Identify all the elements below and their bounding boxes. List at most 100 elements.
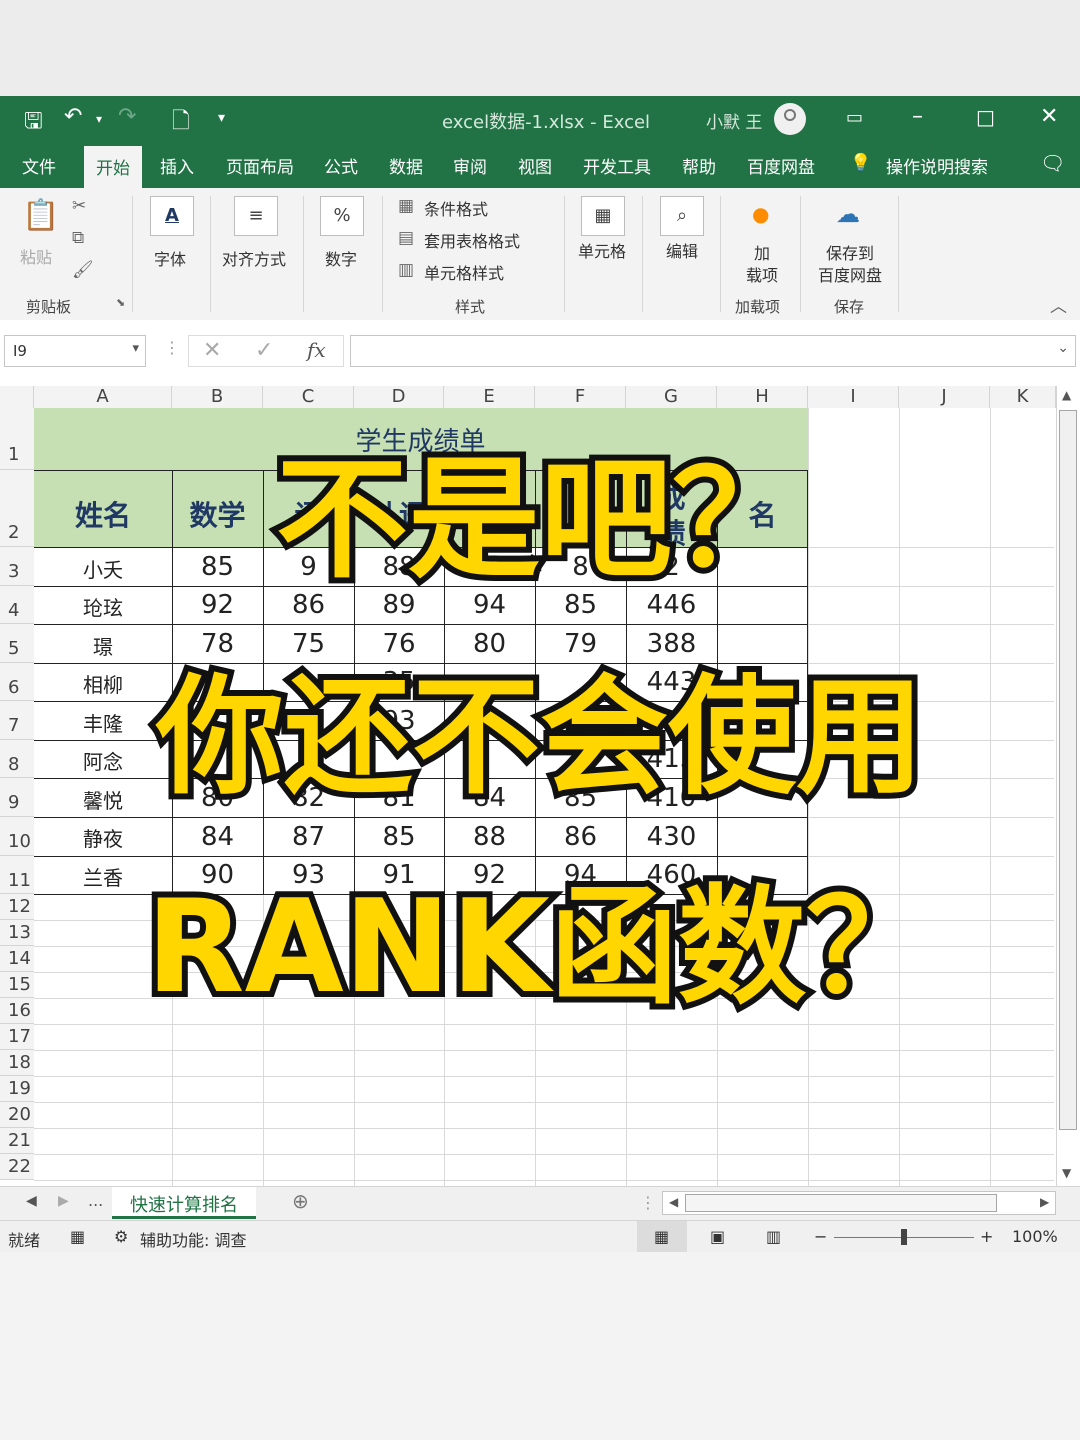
row-header[interactable]: 21 [0,1128,34,1154]
score-cell[interactable]: 78 [172,629,263,659]
undo-dropdown-icon[interactable]: ▾ [96,112,102,126]
horizontal-scroll-thumb[interactable] [685,1194,997,1212]
scroll-right-icon[interactable]: ▶ [1040,1195,1049,1209]
score-cell[interactable]: 75 [263,629,354,659]
score-cell[interactable]: 80 [444,629,535,659]
column-header[interactable]: G [626,386,717,408]
scroll-down-icon[interactable]: ▼ [1062,1166,1071,1180]
name-cell[interactable]: 静夜 [34,823,172,852]
tab-data[interactable]: 数据 [389,153,423,178]
scroll-up-icon[interactable]: ▲ [1062,388,1071,402]
undo-icon[interactable]: ↶ [64,104,82,129]
tab-baidu-netdisk[interactable]: 百度网盘 [747,153,815,178]
print-preview-icon[interactable]: 🗋 [172,104,190,142]
prev-sheet-icon[interactable]: ◀ [26,1193,37,1209]
column-header[interactable]: I [808,386,899,408]
name-cell[interactable]: 璟 [34,631,172,660]
row-header[interactable]: 20 [0,1102,34,1128]
split-handle-icon[interactable]: ⋮ [640,1193,656,1212]
tell-me-search[interactable]: 操作说明搜索 [886,153,988,178]
expand-formula-icon[interactable]: ⌄ [1057,340,1069,356]
select-all-corner[interactable] [0,386,34,408]
cells-button[interactable]: 单元格 [578,238,626,262]
page-break-view-icon[interactable]: ▥ [766,1227,781,1246]
score-cell[interactable]: 88 [444,822,535,852]
customize-quick-access-icon[interactable]: ▾ [218,110,225,126]
more-sheets-button[interactable]: ... [88,1191,103,1210]
cell-styles-button[interactable]: 单元格样式 [424,260,504,284]
search-icon[interactable]: ⌕ [660,196,704,236]
name-box[interactable]: I9 ▾ [4,335,146,367]
addins-button-line1[interactable]: 加 [754,240,770,264]
column-header[interactable]: F [535,386,626,408]
column-header[interactable]: J [899,386,990,408]
comments-icon[interactable]: 🗨 [1040,151,1065,175]
total-cell[interactable]: 430 [626,822,717,852]
score-cell[interactable]: 84 [172,822,263,852]
tab-home[interactable]: 开始 [84,146,142,188]
scroll-left-icon[interactable]: ◀ [669,1195,678,1209]
cells-icon[interactable]: ▦ [581,196,625,236]
alignment-button[interactable]: 对齐方式 [222,246,286,270]
column-header[interactable]: A [34,386,172,408]
avatar[interactable] [774,103,806,135]
tab-page-layout[interactable]: 页面布局 [226,153,294,178]
chevron-down-icon[interactable]: ▾ [132,341,139,356]
ribbon-display-options-icon[interactable]: ▭ [846,107,863,128]
resize-handle-icon[interactable]: ⋮ [164,338,180,357]
accessibility-status[interactable]: 辅助功能: 调查 [140,1227,246,1251]
table-format-button[interactable]: 套用表格格式 [424,228,520,252]
save-baidu-line2[interactable]: 百度网盘 [818,262,882,286]
zoom-in-icon[interactable]: + [980,1227,993,1246]
formula-input[interactable]: ⌄ [350,335,1076,367]
add-sheet-icon[interactable]: ⊕ [292,1189,309,1213]
maximize-icon[interactable]: □ [976,105,995,129]
zoom-level[interactable]: 100% [1012,1227,1058,1246]
score-cell[interactable]: 86 [535,822,626,852]
zoom-slider-thumb[interactable] [901,1229,907,1245]
total-cell[interactable]: 388 [626,629,717,659]
percent-icon[interactable]: % [320,196,364,236]
next-sheet-icon[interactable]: ▶ [58,1193,69,1209]
row-header[interactable]: 10 [0,817,34,856]
font-icon[interactable]: A [150,196,194,236]
column-header[interactable]: B [172,386,263,408]
horizontal-scrollbar[interactable]: ◀ [662,1191,1056,1215]
column-header[interactable]: K [990,386,1056,408]
editing-button[interactable]: 编辑 [666,238,698,262]
conditional-format-button[interactable]: 条件格式 [424,196,488,220]
macro-record-icon[interactable]: ▦ [70,1227,85,1246]
tab-file[interactable]: 文件 [22,153,56,178]
score-cell[interactable]: 76 [354,629,444,659]
tab-help[interactable]: 帮助 [682,153,716,178]
tab-insert[interactable]: 插入 [160,153,194,178]
save-icon[interactable]: 🖫 [24,104,43,142]
score-cell[interactable]: 87 [263,822,354,852]
column-header[interactable]: H [717,386,808,408]
save-baidu-line1[interactable]: 保存到 [826,240,874,264]
column-header[interactable]: E [444,386,535,408]
tab-formulas[interactable]: 公式 [324,153,358,178]
sheet-tab-active[interactable]: 快速计算排名 [112,1187,256,1219]
zoom-out-icon[interactable]: − [814,1227,827,1246]
score-cell[interactable]: 85 [354,822,444,852]
alignment-icon[interactable]: ≡ [234,196,278,236]
page-layout-view-icon[interactable]: ▣ [710,1227,725,1246]
tab-developer[interactable]: 开发工具 [583,153,651,178]
score-cell[interactable]: 79 [535,629,626,659]
row-header[interactable]: 19 [0,1076,34,1102]
tab-view[interactable]: 视图 [518,153,552,178]
font-button[interactable]: 字体 [154,246,186,270]
accessibility-icon[interactable]: ⚙ [114,1227,128,1246]
close-icon[interactable]: ✕ [1040,104,1058,129]
column-header[interactable]: C [263,386,354,408]
clipboard-launcher-icon[interactable]: ⬊ [116,296,125,309]
row-header[interactable]: 22 [0,1154,34,1180]
row-header[interactable]: 17 [0,1024,34,1050]
insert-function-icon[interactable]: fx [307,338,326,362]
collapse-ribbon-icon[interactable]: ︿ [1050,292,1067,317]
row-header[interactable]: 5 [0,624,34,663]
addins-button-line2[interactable]: 载项 [746,262,778,286]
minimize-icon[interactable]: – [912,104,923,129]
user-name[interactable]: 小默 王 [706,108,762,133]
